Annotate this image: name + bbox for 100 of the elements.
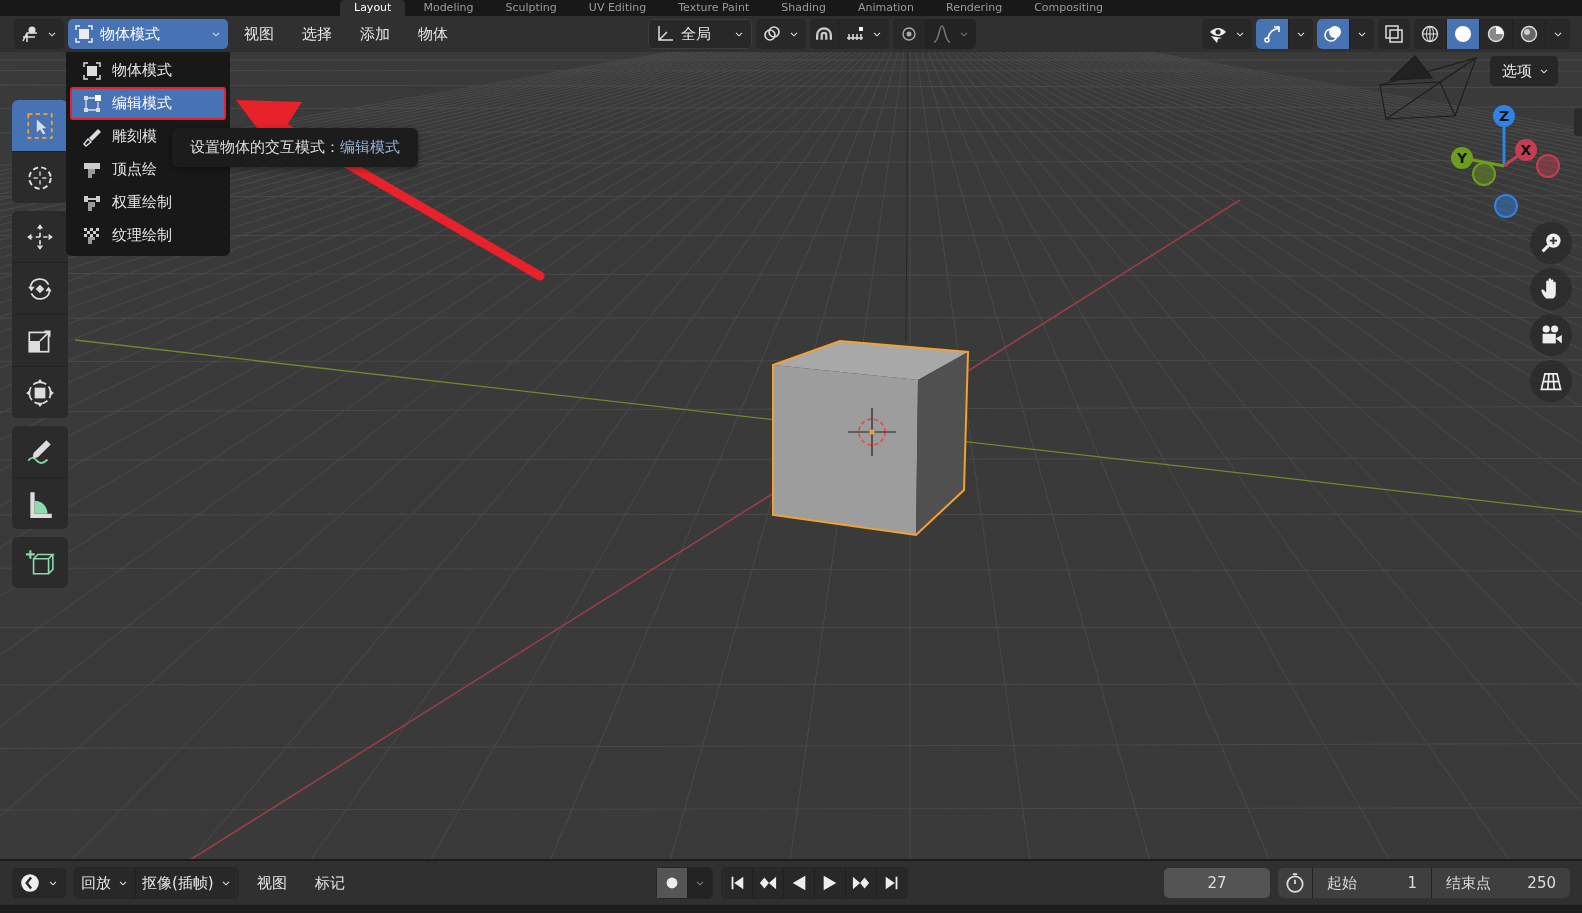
workspace-tab[interactable]: Shading bbox=[767, 0, 840, 16]
shading-button[interactable] bbox=[1414, 19, 1446, 49]
workspace-tab[interactable]: Layout bbox=[340, 0, 406, 16]
header-menu[interactable]: 添加 bbox=[348, 19, 402, 49]
end-frame-field[interactable]: 结束点 250 bbox=[1432, 868, 1570, 898]
header-menu[interactable]: 视图 bbox=[232, 19, 286, 49]
half-shaded-sphere-icon bbox=[1519, 24, 1539, 44]
tooltip-value: 编辑模式 bbox=[340, 138, 400, 157]
axes-icon bbox=[655, 24, 675, 44]
menu-item[interactable]: 编辑模式 bbox=[70, 87, 226, 120]
gizmo-toggle[interactable] bbox=[1256, 19, 1288, 49]
jump-start-button[interactable] bbox=[722, 868, 752, 898]
options-dropdown[interactable]: 选项 bbox=[1490, 56, 1558, 86]
workspace-tab[interactable]: Animation bbox=[843, 0, 928, 16]
axis-negative-handle[interactable] bbox=[1536, 154, 1560, 178]
visibility-button[interactable] bbox=[1202, 19, 1252, 49]
tool-button[interactable] bbox=[12, 537, 68, 588]
axis-negative-handle[interactable] bbox=[1494, 194, 1518, 218]
tool-button[interactable] bbox=[12, 211, 68, 262]
tool-button[interactable] bbox=[12, 315, 68, 366]
checker-drip-icon bbox=[82, 225, 102, 246]
timeline-menu[interactable]: 标记 bbox=[304, 868, 355, 898]
workspace-tab[interactable]: Sculpting bbox=[491, 0, 571, 16]
shading-button[interactable] bbox=[1513, 19, 1545, 49]
snap-menu-button[interactable] bbox=[839, 19, 889, 49]
box-select-icon bbox=[25, 110, 55, 141]
square-brackets-icon bbox=[82, 60, 102, 81]
axis-dot[interactable] bbox=[1493, 105, 1515, 127]
workspace-tab[interactable]: Rendering bbox=[932, 0, 1017, 16]
menu-item[interactable]: 纹理绘制 bbox=[70, 219, 226, 252]
overlay-toggle[interactable] bbox=[1317, 19, 1349, 49]
half-shaded-sphere-icon bbox=[1486, 24, 1506, 44]
menu-item[interactable]: 物体模式 bbox=[70, 54, 226, 87]
mode-dropdown[interactable]: 物体模式 bbox=[68, 19, 228, 49]
brush-icon bbox=[82, 126, 102, 147]
object-mode-icon bbox=[74, 24, 94, 44]
shading-button[interactable] bbox=[1480, 19, 1512, 49]
globe-icon bbox=[1420, 24, 1440, 44]
axis-label: Y bbox=[1456, 150, 1468, 166]
workspace-tab[interactable]: Modeling bbox=[409, 0, 488, 16]
tool-button[interactable] bbox=[12, 100, 68, 151]
field-label: 结束点 bbox=[1446, 873, 1491, 893]
workspace-tab[interactable]: Compositing bbox=[1020, 0, 1118, 16]
axes-ball-icon bbox=[20, 24, 40, 44]
axis-negative-handle[interactable] bbox=[1472, 162, 1496, 186]
magnifier-plus-icon bbox=[1539, 231, 1563, 255]
current-frame-field[interactable]: 27 bbox=[1164, 868, 1270, 898]
snap-toggle[interactable] bbox=[810, 19, 838, 49]
field-value: 1 bbox=[1407, 874, 1417, 892]
xray-toggle[interactable] bbox=[1378, 19, 1410, 49]
play-button[interactable] bbox=[815, 868, 845, 898]
dot-circle-icon bbox=[899, 24, 919, 44]
tool-button[interactable] bbox=[12, 426, 68, 477]
proportional-toggle[interactable] bbox=[893, 19, 925, 49]
pan-view-button[interactable] bbox=[1530, 268, 1572, 310]
editor-type-button[interactable] bbox=[12, 868, 66, 898]
playback-dropdown[interactable]: 回放 bbox=[75, 868, 135, 898]
filled-circle-icon bbox=[1453, 24, 1473, 44]
axis-label: Z bbox=[1498, 108, 1510, 124]
zoom-view-button[interactable] bbox=[1530, 222, 1572, 264]
play-reverse-button[interactable] bbox=[784, 868, 814, 898]
header-menu[interactable]: 物体 bbox=[406, 19, 460, 49]
axis-dot[interactable] bbox=[1515, 139, 1537, 161]
orientation-dropdown[interactable]: 全局 bbox=[648, 19, 752, 49]
axis-label: X bbox=[1520, 142, 1532, 158]
axis-dot[interactable] bbox=[1451, 147, 1473, 169]
start-frame-field[interactable]: 起始 1 bbox=[1313, 868, 1431, 898]
auto-key-toggle[interactable] bbox=[657, 868, 687, 898]
preview-range-button[interactable] bbox=[1278, 868, 1312, 898]
prev-key-button[interactable] bbox=[753, 868, 783, 898]
next-key-button[interactable] bbox=[846, 868, 876, 898]
stopwatch-icon bbox=[1284, 872, 1306, 894]
arrow-curve-icon bbox=[1262, 24, 1282, 44]
clock-icon bbox=[19, 872, 41, 894]
curve-icon bbox=[932, 24, 952, 44]
origin-cursor-icon bbox=[847, 407, 897, 457]
magnet-icon bbox=[816, 27, 832, 41]
jump-end-button[interactable] bbox=[877, 868, 907, 898]
editor-type-button[interactable] bbox=[14, 19, 64, 49]
tool-button[interactable] bbox=[12, 263, 68, 314]
header-menu[interactable]: 选择 bbox=[290, 19, 344, 49]
ortho-view-button[interactable] bbox=[1530, 360, 1572, 402]
field-label: 起始 bbox=[1327, 873, 1357, 893]
workspace-tab[interactable]: Texture Paint bbox=[664, 0, 764, 16]
keying-dropdown[interactable]: 抠像(插帧) bbox=[136, 868, 238, 898]
camera-view-button[interactable] bbox=[1530, 314, 1572, 356]
pivot-button[interactable] bbox=[756, 19, 806, 49]
menu-item[interactable]: 权重绘制 bbox=[70, 186, 226, 219]
linked-rings-icon bbox=[762, 24, 782, 44]
timeline-menu[interactable]: 视图 bbox=[246, 868, 297, 898]
overlapping-circles-icon bbox=[1323, 24, 1343, 44]
field-value: 250 bbox=[1527, 874, 1556, 892]
transform-icon bbox=[25, 377, 55, 408]
xray-icon bbox=[1384, 24, 1404, 44]
vertex-square-icon bbox=[82, 93, 102, 114]
tool-button[interactable] bbox=[12, 367, 68, 418]
workspace-tab[interactable]: UV Editing bbox=[574, 0, 661, 16]
cube-plus-icon bbox=[25, 547, 55, 578]
tool-button[interactable] bbox=[12, 478, 68, 529]
tool-button[interactable] bbox=[12, 152, 68, 203]
